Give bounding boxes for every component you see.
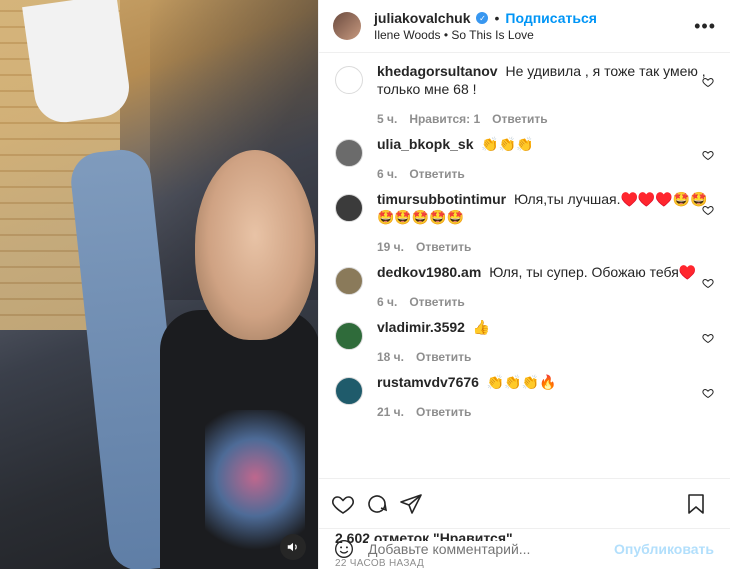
commenter-avatar[interactable] — [335, 194, 363, 222]
separator-dot: • — [494, 10, 500, 26]
comment-row: ulia_bkopk_sk 👏👏👏 6 ч. Ответить — [335, 135, 714, 181]
commenter-username[interactable]: ulia_bkopk_sk — [377, 136, 474, 152]
reply-button[interactable]: Ответить — [416, 240, 471, 254]
comment-row: khedagorsultanov Не удивила , я тоже так… — [335, 62, 714, 126]
publish-button[interactable]: Опубликовать — [614, 541, 714, 557]
comment-content: Юля, ты супер. Обожаю тебя♥️ — [489, 264, 697, 280]
commenter-avatar[interactable] — [335, 139, 363, 167]
commenter-username[interactable]: dedkov1980.am — [377, 264, 481, 280]
comment-body: dedkov1980.am Юля, ты супер. Обожаю тебя… — [377, 263, 712, 309]
comment-row: rustamvdv7676 👏👏👏🔥 21 ч. Ответить — [335, 373, 714, 419]
verified-icon: ✓ — [476, 12, 489, 24]
comment-meta: 5 ч. Нравится: 1 Ответить — [377, 112, 712, 126]
like-icon[interactable] — [331, 492, 355, 516]
sneaker — [22, 0, 133, 127]
comment-text: khedagorsultanov Не удивила , я тоже так… — [377, 62, 712, 98]
comment-content: 👍 — [472, 319, 491, 335]
comment-like-icon[interactable] — [702, 387, 714, 399]
comment-row: timursubbotintimur Юля,ты лучшая.♥️♥️♥️🤩… — [335, 190, 714, 254]
share-icon[interactable] — [399, 492, 423, 516]
reply-button[interactable]: Ответить — [416, 405, 471, 419]
more-options-icon[interactable]: ••• — [694, 16, 716, 37]
comment-like-icon[interactable] — [702, 277, 714, 289]
comment-like-icon[interactable] — [702, 332, 714, 344]
post-media[interactable] — [0, 0, 318, 569]
commenter-username[interactable]: timursubbotintimur — [377, 191, 506, 207]
comment-time[interactable]: 6 ч. — [377, 295, 397, 309]
follow-button[interactable]: Подписаться — [505, 10, 597, 26]
comment-text: dedkov1980.am Юля, ты супер. Обожаю тебя… — [377, 263, 712, 281]
comment-time[interactable]: 21 ч. — [377, 405, 404, 419]
comment-body: vladimir.3592 👍 18 ч. Ответить — [377, 318, 712, 364]
comment-time[interactable]: 5 ч. — [377, 112, 397, 126]
comment-meta: 6 ч. Ответить — [377, 167, 712, 181]
reply-button[interactable]: Ответить — [409, 167, 464, 181]
commenter-username[interactable]: vladimir.3592 — [377, 319, 465, 335]
comment-like-icon[interactable] — [702, 76, 714, 88]
face — [195, 150, 315, 340]
comment-row: dedkov1980.am Юля, ты супер. Обожаю тебя… — [335, 263, 714, 309]
comment-text: rustamvdv7676 👏👏👏🔥 — [377, 373, 712, 391]
comment-meta: 6 ч. Ответить — [377, 295, 712, 309]
speaker-icon — [287, 542, 297, 552]
comment-text: vladimir.3592 👍 — [377, 318, 712, 336]
comment-input[interactable] — [368, 541, 615, 557]
reply-button[interactable]: Ответить — [416, 350, 471, 364]
commenter-avatar[interactable] — [335, 66, 363, 94]
comment-row: vladimir.3592 👍 18 ч. Ответить — [335, 318, 714, 364]
comment-body: ulia_bkopk_sk 👏👏👏 6 ч. Ответить — [377, 135, 712, 181]
reply-button[interactable]: Ответить — [409, 295, 464, 309]
add-comment-bar: Опубликовать — [318, 528, 730, 569]
comment-meta: 21 ч. Ответить — [377, 405, 712, 419]
header-line: juliakovalchuk ✓ • Подписаться — [374, 10, 597, 26]
comment-body: khedagorsultanov Не удивила , я тоже так… — [377, 62, 712, 126]
comment-time[interactable]: 6 ч. — [377, 167, 397, 181]
comment-meta: 19 ч. Ответить — [377, 240, 712, 254]
bookmark-icon[interactable] — [684, 492, 708, 516]
author-avatar[interactable] — [333, 12, 361, 40]
comment-time[interactable]: 19 ч. — [377, 240, 404, 254]
comment-like-icon[interactable] — [702, 149, 714, 161]
action-bar — [319, 478, 730, 528]
post: juliakovalchuk ✓ • Подписаться Ilene Woo… — [0, 0, 730, 569]
comment-content: 👏👏👏 — [481, 136, 534, 152]
commenter-avatar[interactable] — [335, 377, 363, 405]
author-username[interactable]: juliakovalchuk — [374, 10, 470, 26]
comments-list: khedagorsultanov Не удивила , я тоже так… — [319, 53, 730, 478]
reply-button[interactable]: Ответить — [492, 112, 547, 126]
header-text: juliakovalchuk ✓ • Подписаться Ilene Woo… — [374, 10, 597, 42]
comment-like-icon[interactable] — [702, 204, 714, 216]
comment-content: 👏👏👏🔥 — [486, 374, 557, 390]
comment-body: timursubbotintimur Юля,ты лучшая.♥️♥️♥️🤩… — [377, 190, 712, 254]
audio-subtitle[interactable]: Ilene Woods • So This Is Love — [374, 28, 597, 42]
audio-toggle-button[interactable] — [280, 534, 306, 560]
comment-time[interactable]: 18 ч. — [377, 350, 404, 364]
post-header: juliakovalchuk ✓ • Подписаться Ilene Woo… — [319, 0, 730, 53]
side-panel: juliakovalchuk ✓ • Подписаться Ilene Woo… — [318, 0, 730, 569]
commenter-avatar[interactable] — [335, 322, 363, 350]
comment-meta: 18 ч. Ответить — [377, 350, 712, 364]
commenter-avatar[interactable] — [335, 267, 363, 295]
emoji-icon[interactable] — [334, 539, 354, 559]
comment-text: timursubbotintimur Юля,ты лучшая.♥️♥️♥️🤩… — [377, 190, 712, 226]
comment-body: rustamvdv7676 👏👏👏🔥 21 ч. Ответить — [377, 373, 712, 419]
comment-likes[interactable]: Нравится: 1 — [409, 112, 480, 126]
comment-text: ulia_bkopk_sk 👏👏👏 — [377, 135, 712, 153]
commenter-username[interactable]: khedagorsultanov — [377, 63, 498, 79]
comment-icon[interactable] — [365, 492, 389, 516]
commenter-username[interactable]: rustamvdv7676 — [377, 374, 479, 390]
